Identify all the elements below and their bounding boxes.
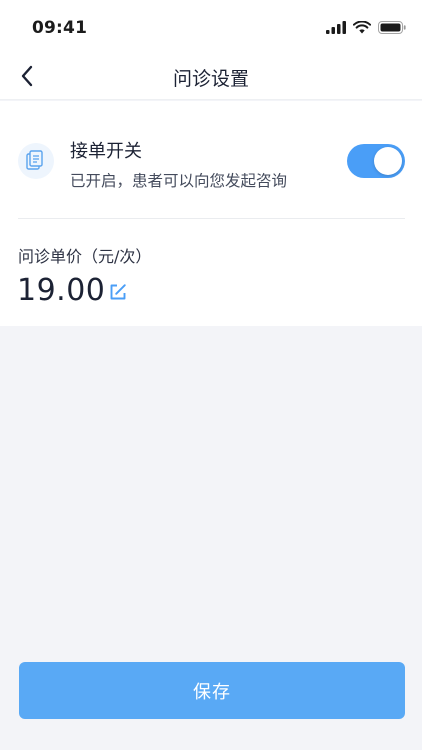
order-toggle-switch[interactable] xyxy=(347,144,405,178)
cellular-signal-icon xyxy=(326,20,346,34)
save-button[interactable]: 保存 xyxy=(19,662,405,719)
edit-icon xyxy=(110,284,126,300)
page-title: 问诊设置 xyxy=(172,68,249,90)
price-value: 19.00 xyxy=(17,273,106,308)
order-toggle-row: 接单开关 已开启，患者可以向您发起咨询 xyxy=(0,101,422,219)
order-toggle-description: 已开启，患者可以向您发起咨询 xyxy=(70,172,288,190)
status-time: 09:41 xyxy=(32,18,88,38)
battery-icon xyxy=(378,20,406,34)
document-icon xyxy=(18,143,54,179)
price-label: 问诊单价（元/次） xyxy=(18,247,152,266)
order-toggle-title: 接单开关 xyxy=(70,141,142,162)
status-bar: 09:41 xyxy=(0,0,422,52)
status-icons xyxy=(326,19,406,35)
edit-price-button[interactable] xyxy=(109,283,127,301)
toggle-knob xyxy=(374,147,402,175)
settings-card: 接单开关 已开启，患者可以向您发起咨询 问诊单价（元/次） 19.00 xyxy=(0,101,422,326)
wifi-icon xyxy=(353,20,371,33)
divider xyxy=(18,218,405,219)
navigation-bar: 问诊设置 xyxy=(0,52,422,100)
